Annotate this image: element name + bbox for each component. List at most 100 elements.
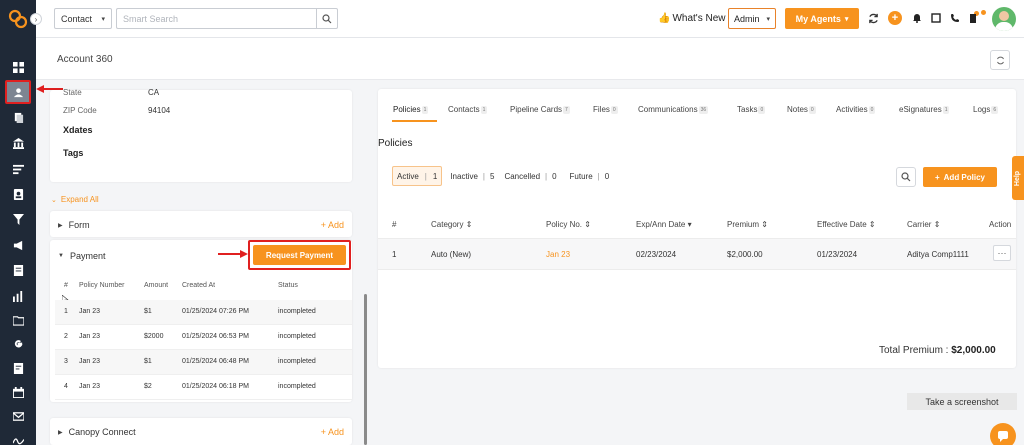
invoice-icon[interactable] <box>9 359 27 377</box>
tab-communications[interactable]: Communications 36 <box>638 105 709 114</box>
tab-count: 0 <box>868 105 876 114</box>
tab-policies[interactable]: Policies 1 <box>393 105 429 114</box>
canopy-add-link[interactable]: + Add <box>321 427 344 437</box>
tab-count: 0 <box>758 105 766 114</box>
tab-logs[interactable]: Logs 6 <box>973 105 999 114</box>
sidebar-expand-button[interactable]: › <box>30 13 42 25</box>
tab-count: 6 <box>991 105 999 114</box>
payment-row[interactable]: 4 Jan 23 $2 01/25/2024 06:18 PM incomple… <box>55 375 352 400</box>
tab-contacts[interactable]: Contacts 1 <box>448 105 488 114</box>
documents-icon[interactable] <box>9 108 27 126</box>
policy-search-button[interactable] <box>896 167 916 187</box>
col-label: Category <box>431 220 464 229</box>
form-title: Form <box>68 220 90 230</box>
reports-icon[interactable] <box>9 287 27 305</box>
form-add-link[interactable]: + Add <box>321 220 344 230</box>
page-header: Account 360 <box>36 38 1024 80</box>
col-label: Effective Date <box>817 220 867 229</box>
canopy-add-label: Add <box>327 427 344 437</box>
tab-tasks[interactable]: Tasks 0 <box>737 105 766 114</box>
canopy-connect-section[interactable]: ▶ Canopy Connect + Add <box>50 418 352 445</box>
chat-button[interactable] <box>990 423 1016 445</box>
filter-future[interactable]: Future <box>570 172 593 181</box>
col-effective-date[interactable]: Effective Date ⇕ <box>817 220 876 229</box>
tab-label: Logs <box>973 105 991 114</box>
task-alert-icon[interactable] <box>930 12 942 24</box>
filter-icon[interactable] <box>9 210 27 228</box>
filter-inactive[interactable]: Inactive <box>450 172 478 181</box>
payment-row-num: 1 <box>64 308 68 315</box>
tab-count: 1 <box>421 105 429 114</box>
col-category[interactable]: Category ⇕ <box>431 220 472 229</box>
policy-row-exp-date: 02/23/2024 <box>636 250 677 259</box>
row-actions-button[interactable]: ··· <box>993 245 1011 261</box>
whats-new-link[interactable]: 👍 What's New <box>658 13 726 24</box>
sync-icon[interactable] <box>867 12 879 24</box>
tab-activities[interactable]: Activities 0 <box>836 105 876 114</box>
refresh-button[interactable] <box>990 50 1010 70</box>
canopy-section-title[interactable]: ▶ Canopy Connect <box>58 427 136 437</box>
filter-cancelled[interactable]: Cancelled <box>504 172 540 181</box>
payment-row-amount: $1 <box>144 308 152 315</box>
sort-icon: ⇕ <box>868 220 876 229</box>
phone-icon[interactable] <box>949 12 961 24</box>
bank-icon[interactable] <box>9 134 27 152</box>
request-payment-button[interactable]: Request Payment <box>253 245 346 265</box>
payment-col-created: Created At <box>182 282 216 289</box>
request-payment-highlight: Request Payment <box>248 240 351 270</box>
notes-icon[interactable] <box>9 261 27 279</box>
filter-count: 5 <box>489 171 495 181</box>
payment-row-status: incompleted <box>278 383 316 390</box>
left-scrollbar[interactable] <box>364 294 367 445</box>
payment-row-created: 01/25/2024 07:26 PM <box>182 308 249 315</box>
tab-notes[interactable]: Notes 0 <box>787 105 816 114</box>
col-carrier[interactable]: Carrier ⇕ <box>907 220 940 229</box>
filter-active[interactable]: Active | 1 <box>392 166 443 186</box>
payment-row[interactable]: 1 Jan 23 $1 01/25/2024 07:26 PM incomple… <box>55 300 352 325</box>
form-section[interactable]: ▶ Form + Add <box>50 211 352 237</box>
calendar-icon[interactable] <box>9 383 27 401</box>
form-section-title[interactable]: ▶ Form <box>58 220 90 230</box>
tab-pipeline-cards[interactable]: Pipeline Cards 7 <box>510 105 570 114</box>
expand-all-link[interactable]: ⌄ Expand All <box>51 195 99 204</box>
tab-esignatures[interactable]: eSignatures 1 <box>899 105 950 114</box>
sort-icon: ⇕ <box>761 220 768 229</box>
signature-icon[interactable] <box>9 430 27 445</box>
payment-row[interactable]: 3 Jan 23 $1 01/25/2024 06:48 PM incomple… <box>55 350 352 375</box>
mail-icon[interactable] <box>9 407 27 425</box>
whats-new-label: What's New <box>672 13 726 24</box>
tab-files[interactable]: Files 0 <box>593 105 618 114</box>
add-policy-button[interactable]: + Add Policy <box>923 167 997 187</box>
folder-icon[interactable] <box>9 311 27 329</box>
payment-row[interactable]: 2 Jan 23 $2000 01/25/2024 06:53 PM incom… <box>55 325 352 350</box>
admin-select[interactable]: Admin ▾ <box>728 8 776 29</box>
device-icon[interactable] <box>967 12 979 24</box>
list-icon[interactable] <box>9 160 27 178</box>
col-premium[interactable]: Premium ⇕ <box>727 220 768 229</box>
my-agents-button[interactable]: My Agents ▾ <box>785 8 859 29</box>
filter-label: Inactive <box>450 171 478 181</box>
state-label: State <box>63 88 82 97</box>
payment-row-created: 01/25/2024 06:53 PM <box>182 333 249 340</box>
payment-section-title[interactable]: ▼ Payment <box>58 251 105 261</box>
search-button[interactable] <box>316 8 338 29</box>
tab-count: 7 <box>563 105 570 114</box>
col-label: Carrier <box>907 220 932 229</box>
contact-card-icon[interactable] <box>9 185 27 203</box>
accounts-icon[interactable] <box>5 80 31 104</box>
col-exp-date[interactable]: Exp/Ann Date ▾ <box>636 220 692 229</box>
logo-icon[interactable] <box>8 9 28 29</box>
col-policy-no[interactable]: Policy No. ⇕ <box>546 220 591 229</box>
help-tab[interactable]: Help <box>1012 156 1024 200</box>
policy-row-policy-no[interactable]: Jan 23 <box>546 250 570 259</box>
google-icon[interactable] <box>9 335 27 353</box>
tab-bar: Policies 1 Contacts 1 Pipeline Cards 7 File… <box>378 98 1016 122</box>
context-select[interactable]: Contact ▾ <box>54 8 112 29</box>
user-avatar[interactable] <box>992 7 1016 31</box>
quick-add-button[interactable]: + <box>888 11 902 25</box>
megaphone-icon[interactable] <box>9 236 27 254</box>
search-input[interactable] <box>116 8 316 29</box>
dashboard-icon[interactable] <box>9 58 27 76</box>
active-tab-indicator <box>392 120 437 122</box>
bell-icon[interactable] <box>911 12 923 24</box>
